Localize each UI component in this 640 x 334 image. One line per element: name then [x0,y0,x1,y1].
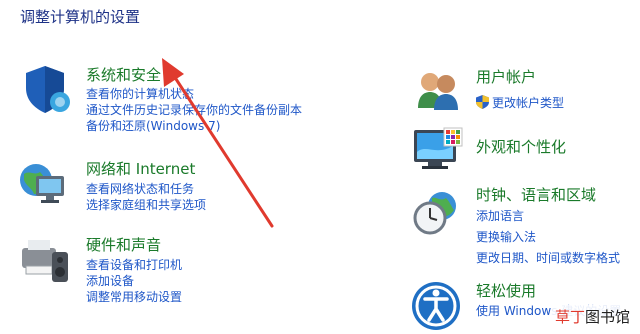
annotation-arrow [162,58,274,228]
watermark-black-text: 图书馆 [584,308,630,326]
watermark-red-text: 草丁 [554,308,585,326]
watermark: 草丁图书馆 [550,305,634,328]
